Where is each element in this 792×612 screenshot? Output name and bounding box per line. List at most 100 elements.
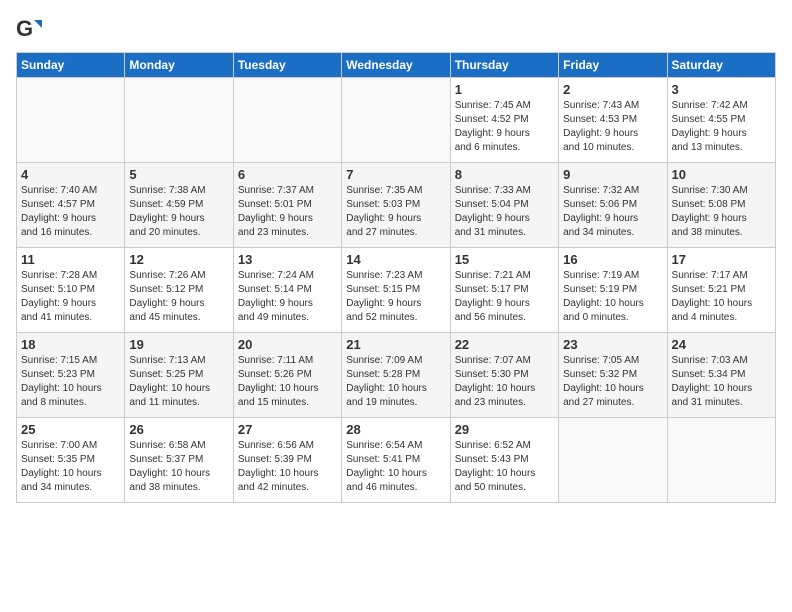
day-cell: 12 Sunrise: 7:26 AM Sunset: 5:12 PM Dayli… — [125, 248, 233, 333]
day-number: 26 — [129, 422, 228, 437]
day-number: 2 — [563, 82, 662, 97]
week-row-5: 25 Sunrise: 7:00 AM Sunset: 5:35 PM Dayli… — [17, 418, 776, 503]
day-cell: 4 Sunrise: 7:40 AM Sunset: 4:57 PM Daylig… — [17, 163, 125, 248]
day-info: Sunrise: 7:03 AM Sunset: 5:34 PM Dayligh… — [672, 354, 771, 410]
day-number: 20 — [238, 337, 337, 352]
day-info: Sunrise: 7:05 AM Sunset: 5:32 PM Dayligh… — [563, 354, 662, 410]
day-number: 6 — [238, 167, 337, 182]
day-info: Sunrise: 6:52 AM Sunset: 5:43 PM Dayligh… — [455, 439, 554, 495]
header-cell-friday: Friday — [559, 53, 667, 78]
week-row-1: 1 Sunrise: 7:45 AM Sunset: 4:52 PM Daylig… — [17, 78, 776, 163]
day-number: 9 — [563, 167, 662, 182]
header-cell-thursday: Thursday — [450, 53, 558, 78]
day-cell: 23 Sunrise: 7:05 AM Sunset: 5:32 PM Dayli… — [559, 333, 667, 418]
day-info: Sunrise: 7:32 AM Sunset: 5:06 PM Dayligh… — [563, 184, 662, 240]
day-cell — [342, 78, 450, 163]
day-info: Sunrise: 7:45 AM Sunset: 4:52 PM Dayligh… — [455, 99, 554, 155]
day-cell — [559, 418, 667, 503]
day-number: 23 — [563, 337, 662, 352]
day-info: Sunrise: 7:00 AM Sunset: 5:35 PM Dayligh… — [21, 439, 120, 495]
day-cell: 17 Sunrise: 7:17 AM Sunset: 5:21 PM Dayli… — [667, 248, 775, 333]
day-number: 17 — [672, 252, 771, 267]
day-info: Sunrise: 7:33 AM Sunset: 5:04 PM Dayligh… — [455, 184, 554, 240]
day-info: Sunrise: 7:40 AM Sunset: 4:57 PM Dayligh… — [21, 184, 120, 240]
day-number: 4 — [21, 167, 120, 182]
day-number: 16 — [563, 252, 662, 267]
day-cell — [17, 78, 125, 163]
day-number: 21 — [346, 337, 445, 352]
day-info: Sunrise: 6:54 AM Sunset: 5:41 PM Dayligh… — [346, 439, 445, 495]
logo: G — [16, 16, 46, 44]
day-cell: 9 Sunrise: 7:32 AM Sunset: 5:06 PM Daylig… — [559, 163, 667, 248]
day-number: 27 — [238, 422, 337, 437]
day-number: 10 — [672, 167, 771, 182]
day-info: Sunrise: 7:15 AM Sunset: 5:23 PM Dayligh… — [21, 354, 120, 410]
header-cell-sunday: Sunday — [17, 53, 125, 78]
day-cell: 13 Sunrise: 7:24 AM Sunset: 5:14 PM Dayli… — [233, 248, 341, 333]
day-info: Sunrise: 7:19 AM Sunset: 5:19 PM Dayligh… — [563, 269, 662, 325]
logo-icon: G — [16, 16, 44, 44]
day-number: 22 — [455, 337, 554, 352]
day-info: Sunrise: 7:28 AM Sunset: 5:10 PM Dayligh… — [21, 269, 120, 325]
day-cell: 24Sunrise: 7:03 AM Sunset: 5:34 PM Dayli… — [667, 333, 775, 418]
day-cell: 26 Sunrise: 6:58 AM Sunset: 5:37 PM Dayli… — [125, 418, 233, 503]
day-cell: 15 Sunrise: 7:21 AM Sunset: 5:17 PM Dayli… — [450, 248, 558, 333]
day-number: 12 — [129, 252, 228, 267]
calendar-table: SundayMondayTuesdayWednesdayThursdayFrid… — [16, 52, 776, 503]
day-info: Sunrise: 7:43 AM Sunset: 4:53 PM Dayligh… — [563, 99, 662, 155]
day-number: 11 — [21, 252, 120, 267]
day-cell — [667, 418, 775, 503]
day-cell: 6 Sunrise: 7:37 AM Sunset: 5:01 PM Daylig… — [233, 163, 341, 248]
day-number: 29 — [455, 422, 554, 437]
week-row-2: 4 Sunrise: 7:40 AM Sunset: 4:57 PM Daylig… — [17, 163, 776, 248]
day-cell: 25 Sunrise: 7:00 AM Sunset: 5:35 PM Dayli… — [17, 418, 125, 503]
day-number: 19 — [129, 337, 228, 352]
day-cell: 11 Sunrise: 7:28 AM Sunset: 5:10 PM Dayli… — [17, 248, 125, 333]
day-cell: 21Sunrise: 7:09 AM Sunset: 5:28 PM Dayli… — [342, 333, 450, 418]
header-row: SundayMondayTuesdayWednesdayThursdayFrid… — [17, 53, 776, 78]
day-cell: 7Sunrise: 7:35 AM Sunset: 5:03 PM Daylig… — [342, 163, 450, 248]
day-cell: 8 Sunrise: 7:33 AM Sunset: 5:04 PM Daylig… — [450, 163, 558, 248]
day-info: Sunrise: 7:17 AM Sunset: 5:21 PM Dayligh… — [672, 269, 771, 325]
header-cell-tuesday: Tuesday — [233, 53, 341, 78]
day-cell: 1 Sunrise: 7:45 AM Sunset: 4:52 PM Daylig… — [450, 78, 558, 163]
day-number: 25 — [21, 422, 120, 437]
day-number: 3 — [672, 82, 771, 97]
calendar-header: SundayMondayTuesdayWednesdayThursdayFrid… — [17, 53, 776, 78]
day-cell: 20 Sunrise: 7:11 AM Sunset: 5:26 PM Dayli… — [233, 333, 341, 418]
week-row-4: 18 Sunrise: 7:15 AM Sunset: 5:23 PM Dayli… — [17, 333, 776, 418]
day-number: 1 — [455, 82, 554, 97]
day-number: 14 — [346, 252, 445, 267]
day-info: Sunrise: 7:13 AM Sunset: 5:25 PM Dayligh… — [129, 354, 228, 410]
day-cell — [233, 78, 341, 163]
day-cell: 27Sunrise: 6:56 AM Sunset: 5:39 PM Dayli… — [233, 418, 341, 503]
header-cell-saturday: Saturday — [667, 53, 775, 78]
day-number: 8 — [455, 167, 554, 182]
day-number: 7 — [346, 167, 445, 182]
day-number: 13 — [238, 252, 337, 267]
day-info: Sunrise: 7:38 AM Sunset: 4:59 PM Dayligh… — [129, 184, 228, 240]
day-info: Sunrise: 7:21 AM Sunset: 5:17 PM Dayligh… — [455, 269, 554, 325]
day-cell: 29 Sunrise: 6:52 AM Sunset: 5:43 PM Dayli… — [450, 418, 558, 503]
day-info: Sunrise: 7:11 AM Sunset: 5:26 PM Dayligh… — [238, 354, 337, 410]
day-info: Sunrise: 7:30 AM Sunset: 5:08 PM Dayligh… — [672, 184, 771, 240]
day-number: 18 — [21, 337, 120, 352]
day-info: Sunrise: 7:07 AM Sunset: 5:30 PM Dayligh… — [455, 354, 554, 410]
day-info: Sunrise: 7:23 AM Sunset: 5:15 PM Dayligh… — [346, 269, 445, 325]
calendar-body: 1 Sunrise: 7:45 AM Sunset: 4:52 PM Daylig… — [17, 78, 776, 503]
day-number: 5 — [129, 167, 228, 182]
day-number: 15 — [455, 252, 554, 267]
day-cell: 28Sunrise: 6:54 AM Sunset: 5:41 PM Dayli… — [342, 418, 450, 503]
day-info: Sunrise: 7:37 AM Sunset: 5:01 PM Dayligh… — [238, 184, 337, 240]
day-info: Sunrise: 7:24 AM Sunset: 5:14 PM Dayligh… — [238, 269, 337, 325]
day-cell: 5 Sunrise: 7:38 AM Sunset: 4:59 PM Daylig… — [125, 163, 233, 248]
day-info: Sunrise: 7:26 AM Sunset: 5:12 PM Dayligh… — [129, 269, 228, 325]
day-cell: 10 Sunrise: 7:30 AM Sunset: 5:08 PM Dayli… — [667, 163, 775, 248]
day-cell: 2 Sunrise: 7:43 AM Sunset: 4:53 PM Daylig… — [559, 78, 667, 163]
svg-text:G: G — [16, 16, 33, 41]
page-header: G — [16, 16, 776, 44]
day-info: Sunrise: 6:58 AM Sunset: 5:37 PM Dayligh… — [129, 439, 228, 495]
day-cell: 16 Sunrise: 7:19 AM Sunset: 5:19 PM Dayli… — [559, 248, 667, 333]
day-cell: 19 Sunrise: 7:13 AM Sunset: 5:25 PM Dayli… — [125, 333, 233, 418]
header-cell-wednesday: Wednesday — [342, 53, 450, 78]
